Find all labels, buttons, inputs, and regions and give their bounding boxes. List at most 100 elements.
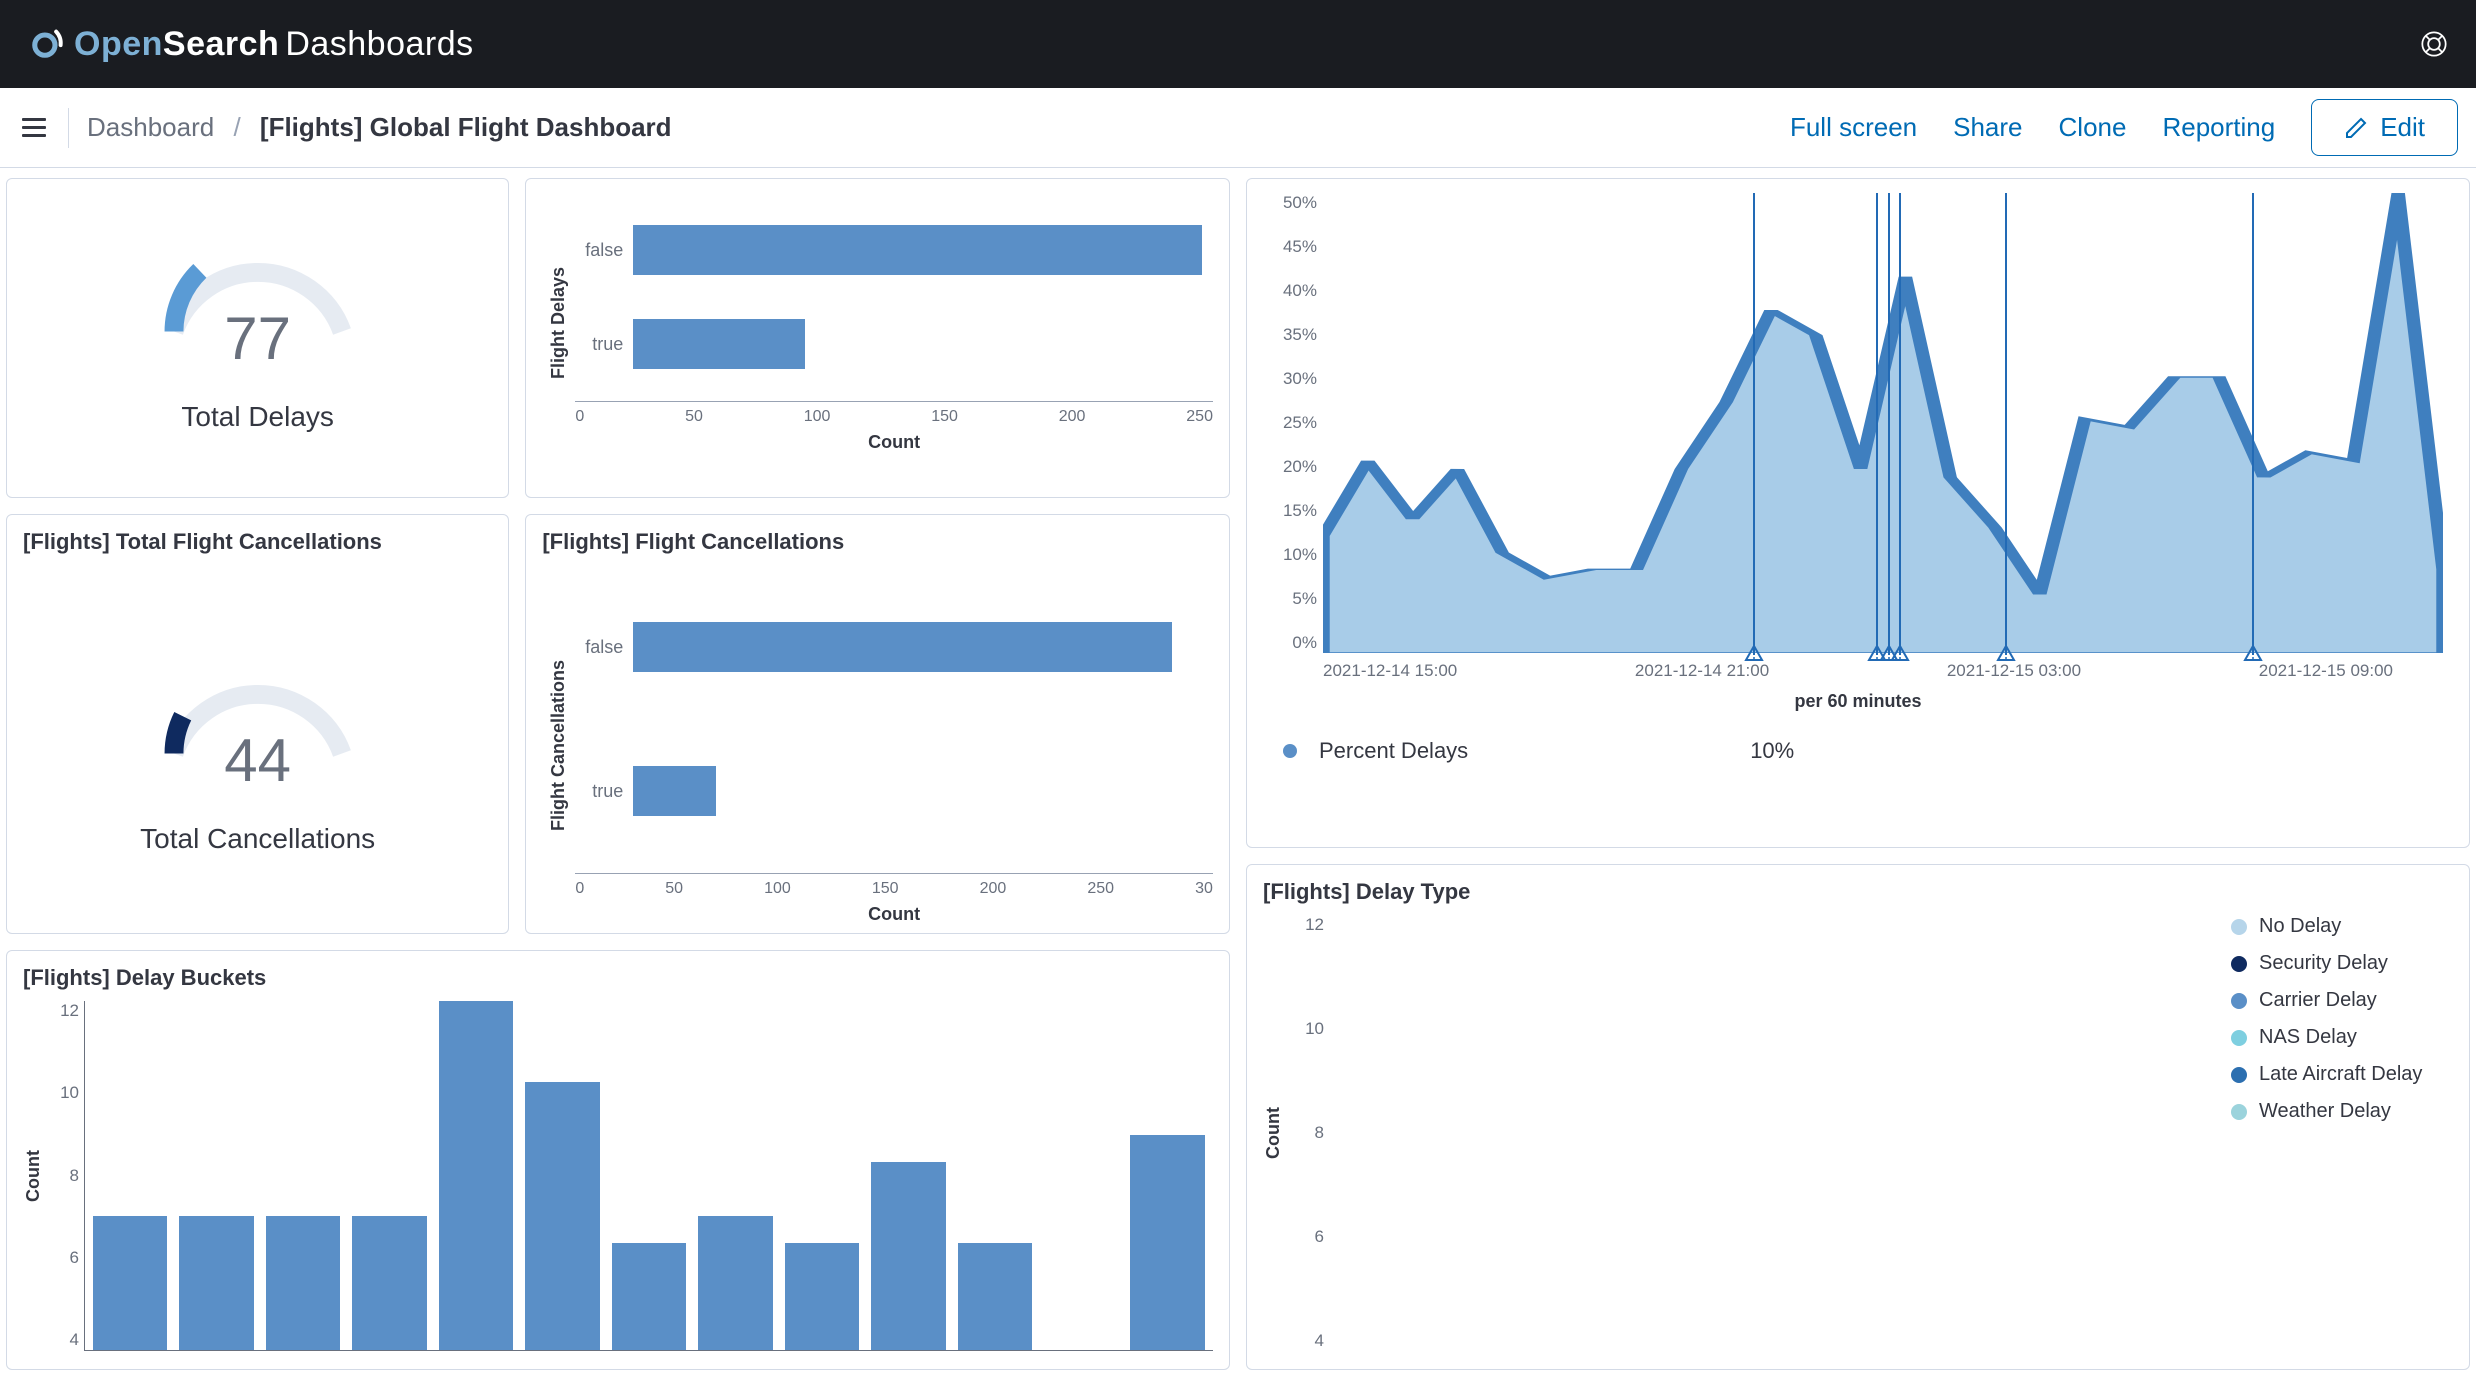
legend-swatch-icon: [2231, 1104, 2247, 1120]
hbar-row[interactable]: true: [575, 766, 1213, 816]
axis-tick: 30%: [1267, 369, 1317, 389]
annotation-line: [1899, 193, 1901, 653]
legend-swatch-icon: [2231, 956, 2247, 972]
axis-tick: 2021-12-14 15:00: [1323, 661, 1457, 681]
panel-percent-delays-area: 50%45%40%35%30%25%20%15%10%5%0% 2021-12-…: [1246, 178, 2470, 848]
panel-flight-cancellations-hbar: [Flights] Flight Cancellations Flight Ca…: [525, 514, 1230, 934]
vbar[interactable]: [785, 1243, 859, 1350]
help-icon[interactable]: [2420, 30, 2448, 58]
legend-swatch-icon: [2231, 919, 2247, 935]
vbar[interactable]: [179, 1216, 253, 1350]
brand-logo-text: OpenSearchDashboards: [28, 25, 474, 64]
axis-tick: 4: [1294, 1331, 1324, 1351]
axis-tick: 250: [1186, 408, 1213, 426]
vbar[interactable]: [1130, 1135, 1204, 1350]
hbar-cancel-yaxis: Flight Cancellations: [542, 565, 575, 925]
fullscreen-link[interactable]: Full screen: [1790, 112, 1917, 143]
area-legend-name[interactable]: Percent Delays: [1319, 738, 1468, 764]
axis-tick: 100: [764, 880, 791, 898]
axis-tick: 0: [575, 880, 584, 898]
axis-tick: 4: [49, 1330, 79, 1350]
axis-tick: 0%: [1267, 633, 1317, 653]
legend-item[interactable]: Late Aircraft Delay: [2231, 1063, 2453, 1086]
axis-tick: 25%: [1267, 413, 1317, 433]
edit-button[interactable]: Edit: [2311, 99, 2458, 156]
sub-bar: Dashboard / [Flights] Global Flight Dash…: [0, 88, 2476, 168]
axis-tick: 12: [49, 1001, 79, 1021]
legend-label: Security Delay: [2259, 952, 2388, 975]
axis-tick: 15%: [1267, 501, 1317, 521]
hbar-row-label: false: [575, 240, 623, 261]
legend-item[interactable]: Security Delay: [2231, 952, 2453, 975]
vbar[interactable]: [352, 1216, 426, 1350]
breadcrumb: Dashboard / [Flights] Global Flight Dash…: [87, 112, 672, 143]
warning-icon[interactable]: [2243, 644, 2263, 662]
clone-link[interactable]: Clone: [2059, 112, 2127, 143]
pencil-icon: [2344, 116, 2368, 140]
area-xlabel: per 60 minutes: [1263, 691, 2453, 712]
hbar-row-label: true: [575, 334, 623, 355]
warning-icon[interactable]: [1744, 644, 1764, 662]
reporting-link[interactable]: Reporting: [2162, 112, 2275, 143]
panel-flight-delays-hbar: Flight Delays falsetrue 050100150200250 …: [525, 178, 1230, 498]
vbar[interactable]: [871, 1162, 945, 1350]
vbar[interactable]: [698, 1216, 772, 1350]
legend-swatch-icon: [2231, 1067, 2247, 1083]
axis-tick: 10: [1294, 1019, 1324, 1039]
panel-total-delays-gauge: 77 Total Delays: [6, 178, 509, 498]
hbar-row[interactable]: false: [575, 225, 1213, 275]
breadcrumb-root[interactable]: Dashboard: [87, 112, 214, 142]
hbar-fill: [633, 225, 1202, 275]
legend-item[interactable]: NAS Delay: [2231, 1026, 2453, 1049]
axis-tick: 50: [665, 880, 683, 898]
hbar-fill: [633, 319, 805, 369]
legend-swatch-icon: [2231, 1030, 2247, 1046]
vbar[interactable]: [612, 1243, 686, 1350]
axis-tick: 8: [49, 1166, 79, 1186]
axis-tick: 0: [575, 408, 584, 426]
area-legend-value: 10%: [1750, 738, 1794, 764]
legend-item[interactable]: No Delay: [2231, 915, 2453, 938]
axis-tick: 50: [685, 408, 703, 426]
vbar[interactable]: [439, 1001, 513, 1350]
legend-label: Late Aircraft Delay: [2259, 1063, 2422, 1086]
legend-label: NAS Delay: [2259, 1026, 2357, 1049]
vbar[interactable]: [93, 1216, 167, 1350]
gauge-cancel-label: Total Cancellations: [140, 823, 375, 855]
warning-icon[interactable]: [1996, 644, 2016, 662]
warning-icon[interactable]: [1890, 644, 1910, 662]
hbar-delays-yaxis: Flight Delays: [542, 193, 575, 453]
axis-tick: 200: [1059, 408, 1086, 426]
share-link[interactable]: Share: [1953, 112, 2022, 143]
area-legend: Percent Delays 10%: [1283, 738, 2433, 764]
hbar-fill: [633, 622, 1172, 672]
axis-tick: 150: [872, 880, 899, 898]
axis-tick: 30: [1195, 880, 1213, 898]
stacked-legend: No Delay Security Delay Carrier Delay NAS D…: [2213, 915, 2453, 1351]
vbar[interactable]: [266, 1216, 340, 1350]
vbar[interactable]: [958, 1243, 1032, 1350]
menu-toggle-icon[interactable]: [18, 112, 50, 144]
stacked-yaxis-label: Count: [1263, 1107, 1284, 1159]
axis-tick: 5%: [1267, 589, 1317, 609]
legend-item[interactable]: Weather Delay: [2231, 1100, 2453, 1123]
axis-tick: 100: [804, 408, 831, 426]
legend-swatch-icon: [2231, 993, 2247, 1009]
opensearch-logo-icon: [28, 26, 64, 62]
area-chart-svg[interactable]: [1323, 193, 2443, 653]
annotation-line: [1888, 193, 1890, 653]
annotation-line: [1753, 193, 1755, 653]
legend-item[interactable]: Carrier Delay: [2231, 989, 2453, 1012]
hbar-row-label: false: [575, 637, 623, 658]
panel-title: [Flights] Flight Cancellations: [542, 529, 1213, 555]
hbar-row[interactable]: false: [575, 622, 1213, 672]
legend-dot-icon: [1283, 744, 1297, 758]
panel-delay-buckets: [Flights] Delay Buckets Count 1210864: [6, 950, 1230, 1370]
annotation-line: [1876, 193, 1878, 653]
hbar-row[interactable]: true: [575, 319, 1213, 369]
vbar[interactable]: [525, 1082, 599, 1350]
gauge-delays-icon: [153, 214, 363, 344]
divider: [68, 108, 69, 148]
axis-tick: 150: [931, 408, 958, 426]
annotation-line: [2252, 193, 2254, 653]
